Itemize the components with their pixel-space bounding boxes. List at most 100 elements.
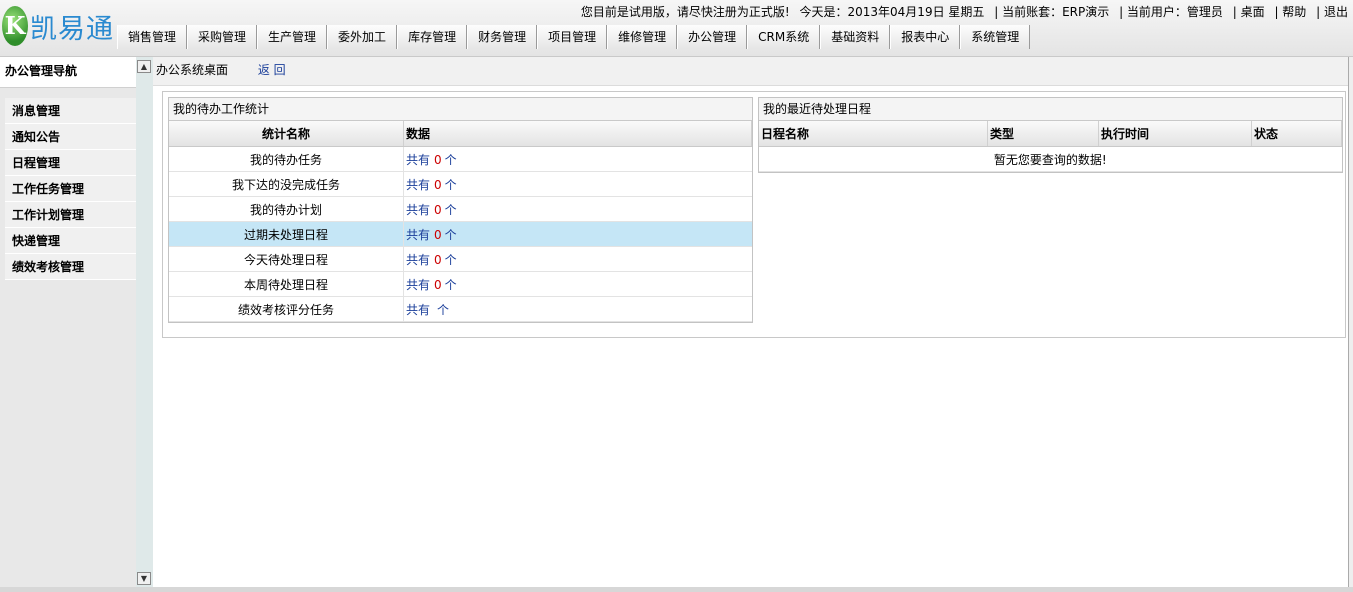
schedule-panel: 我的最近待处理日程 日程名称 类型 执行时间 状态 暂无您要查询的数据! bbox=[758, 97, 1343, 173]
top-info-bar: 您目前是试用版，请尽快注册为正式版! 今天是：2013年04月19日 星期五 |… bbox=[575, 3, 1348, 20]
header: K 凯易通 您目前是试用版，请尽快注册为正式版! 今天是：2013年04月19日… bbox=[0, 0, 1353, 57]
count-value[interactable]: 0 bbox=[434, 253, 442, 267]
menu-production[interactable]: 生产管理 bbox=[257, 25, 328, 49]
empty-message: 暂无您要查询的数据! bbox=[759, 146, 1342, 172]
scroll-up-arrow-icon[interactable]: ▲ bbox=[137, 60, 151, 73]
menu-inventory[interactable]: 库存管理 bbox=[397, 25, 468, 49]
col-exec-time: 执行时间 bbox=[1098, 121, 1252, 147]
menu-project[interactable]: 项目管理 bbox=[537, 25, 608, 49]
stat-value: 共有 0 个 bbox=[403, 246, 752, 272]
count-unit: 个 bbox=[444, 177, 457, 192]
logo: K 凯易通 bbox=[2, 4, 114, 48]
help-link[interactable]: | 帮助 bbox=[1274, 5, 1306, 19]
col-status: 状态 bbox=[1251, 121, 1342, 147]
stat-name: 我下达的没完成任务 bbox=[169, 171, 404, 197]
col-stat-name: 统计名称 bbox=[169, 121, 404, 147]
count-prefix: 共有 bbox=[406, 177, 431, 192]
count-unit: 个 bbox=[437, 302, 450, 317]
sidebar: 办公管理导航 消息管理 通知公告 日程管理 工作任务管理 工作计划管理 快递管理… bbox=[0, 57, 136, 592]
table-row[interactable]: 我的待办计划 共有 0 个 bbox=[169, 196, 752, 222]
count-prefix: 共有 bbox=[406, 302, 431, 317]
page-title: 办公系统桌面 bbox=[156, 63, 229, 77]
sidebar-item-notices[interactable]: 通知公告 bbox=[5, 124, 136, 150]
stat-value: 共有 0 个 bbox=[403, 221, 752, 247]
desktop-content: 我的待办工作统计 统计名称 数据 我的待办任务 共有 0 个我下达的没完成任务 共有 0 个… bbox=[162, 91, 1346, 338]
count-value[interactable]: 0 bbox=[434, 203, 442, 217]
menu-outsourcing[interactable]: 委外加工 bbox=[327, 25, 398, 49]
logo-text: 凯易通 bbox=[30, 13, 114, 45]
main-menu: 销售管理 采购管理 生产管理 委外加工 库存管理 财务管理 项目管理 维修管理 … bbox=[117, 25, 1031, 51]
count-prefix: 共有 bbox=[406, 152, 431, 167]
table-row[interactable]: 今天待处理日程 共有 0 个 bbox=[169, 246, 752, 272]
scroll-down-arrow-icon[interactable]: ▼ bbox=[137, 572, 151, 585]
sidebar-title: 办公管理导航 bbox=[0, 57, 136, 88]
menu-finance[interactable]: 财务管理 bbox=[467, 25, 538, 49]
breadcrumb: 办公系统桌面 返 回 bbox=[153, 57, 1348, 86]
todo-panel-title: 我的待办工作统计 bbox=[169, 98, 752, 121]
stat-name: 我的待办任务 bbox=[169, 146, 404, 172]
count-unit: 个 bbox=[444, 277, 457, 292]
sidebar-list: 消息管理 通知公告 日程管理 工作任务管理 工作计划管理 快递管理 绩效考核管理 bbox=[0, 88, 136, 280]
current-user: | 当前用户：管理员 bbox=[1119, 5, 1223, 19]
sidebar-item-tasks[interactable]: 工作任务管理 bbox=[5, 176, 136, 202]
logout-link[interactable]: | 退出 bbox=[1316, 5, 1348, 19]
menu-repair[interactable]: 维修管理 bbox=[607, 25, 678, 49]
count-value[interactable]: 0 bbox=[434, 278, 442, 292]
col-data: 数据 bbox=[403, 121, 752, 147]
stat-name: 我的待办计划 bbox=[169, 196, 404, 222]
menu-system[interactable]: 系统管理 bbox=[960, 25, 1031, 49]
table-row[interactable]: 我下达的没完成任务 共有 0 个 bbox=[169, 171, 752, 197]
table-row[interactable]: 过期未处理日程 共有 0 个 bbox=[169, 221, 752, 247]
stat-name: 绩效考核评分任务 bbox=[169, 296, 404, 322]
todo-stats-panel: 我的待办工作统计 统计名称 数据 我的待办任务 共有 0 个我下达的没完成任务 共有 0 个… bbox=[168, 97, 753, 323]
count-prefix: 共有 bbox=[406, 252, 431, 267]
count-prefix: 共有 bbox=[406, 202, 431, 217]
count-unit: 个 bbox=[444, 152, 457, 167]
current-date: 今天是：2013年04月19日 星期五 bbox=[799, 5, 985, 19]
stat-name: 过期未处理日程 bbox=[169, 221, 404, 247]
schedule-table: 日程名称 类型 执行时间 状态 暂无您要查询的数据! bbox=[759, 121, 1342, 172]
schedule-panel-title: 我的最近待处理日程 bbox=[759, 98, 1342, 121]
current-account: | 当前账套：ERP演示 bbox=[994, 5, 1110, 19]
col-schedule-name: 日程名称 bbox=[759, 121, 988, 147]
sidebar-item-schedule[interactable]: 日程管理 bbox=[5, 150, 136, 176]
menu-crm[interactable]: CRM系统 bbox=[747, 25, 821, 49]
stat-value: 共有 0 个 bbox=[403, 171, 752, 197]
main-area: 办公系统桌面 返 回 我的待办工作统计 统计名称 数据 我的待办任务 共有 0 个我下… bbox=[153, 57, 1348, 592]
menu-basic-data[interactable]: 基础资料 bbox=[820, 25, 891, 49]
logo-mark: K bbox=[2, 6, 28, 46]
sidebar-item-messages[interactable]: 消息管理 bbox=[5, 98, 136, 124]
desktop-link[interactable]: | 桌面 bbox=[1233, 5, 1265, 19]
stat-name: 本周待处理日程 bbox=[169, 271, 404, 297]
menu-purchase[interactable]: 采购管理 bbox=[187, 25, 258, 49]
trial-notice: 您目前是试用版，请尽快注册为正式版! bbox=[580, 5, 790, 19]
count-prefix: 共有 bbox=[406, 277, 431, 292]
back-link[interactable]: 返 回 bbox=[258, 63, 286, 77]
count-prefix: 共有 bbox=[406, 227, 431, 242]
table-row[interactable]: 本周待处理日程 共有 0 个 bbox=[169, 271, 752, 297]
count-unit: 个 bbox=[444, 227, 457, 242]
menu-reports[interactable]: 报表中心 bbox=[890, 25, 961, 49]
menu-sales[interactable]: 销售管理 bbox=[117, 25, 188, 49]
main-scrollbar[interactable] bbox=[1348, 57, 1353, 592]
todo-table: 统计名称 数据 我的待办任务 共有 0 个我下达的没完成任务 共有 0 个我的待办计划 共有 0… bbox=[169, 121, 752, 322]
stat-value: 共有 0 个 bbox=[403, 146, 752, 172]
count-value[interactable]: 0 bbox=[434, 178, 442, 192]
table-row[interactable]: 绩效考核评分任务 共有个 bbox=[169, 296, 752, 322]
count-unit: 个 bbox=[444, 202, 457, 217]
bottom-scrollbar[interactable] bbox=[0, 587, 1353, 592]
table-row[interactable]: 我的待办任务 共有 0 个 bbox=[169, 146, 752, 172]
col-type: 类型 bbox=[987, 121, 1099, 147]
count-unit: 个 bbox=[444, 252, 457, 267]
count-value[interactable]: 0 bbox=[434, 153, 442, 167]
sidebar-scrollbar[interactable]: ▲ ▼ bbox=[136, 57, 153, 592]
stat-value: 共有 0 个 bbox=[403, 196, 752, 222]
stat-value: 共有个 bbox=[403, 296, 752, 322]
stat-value: 共有 0 个 bbox=[403, 271, 752, 297]
menu-office[interactable]: 办公管理 bbox=[677, 25, 748, 49]
count-value[interactable]: 0 bbox=[434, 228, 442, 242]
sidebar-item-express[interactable]: 快递管理 bbox=[5, 228, 136, 254]
sidebar-item-performance[interactable]: 绩效考核管理 bbox=[5, 254, 136, 280]
stat-name: 今天待处理日程 bbox=[169, 246, 404, 272]
sidebar-item-plans[interactable]: 工作计划管理 bbox=[5, 202, 136, 228]
